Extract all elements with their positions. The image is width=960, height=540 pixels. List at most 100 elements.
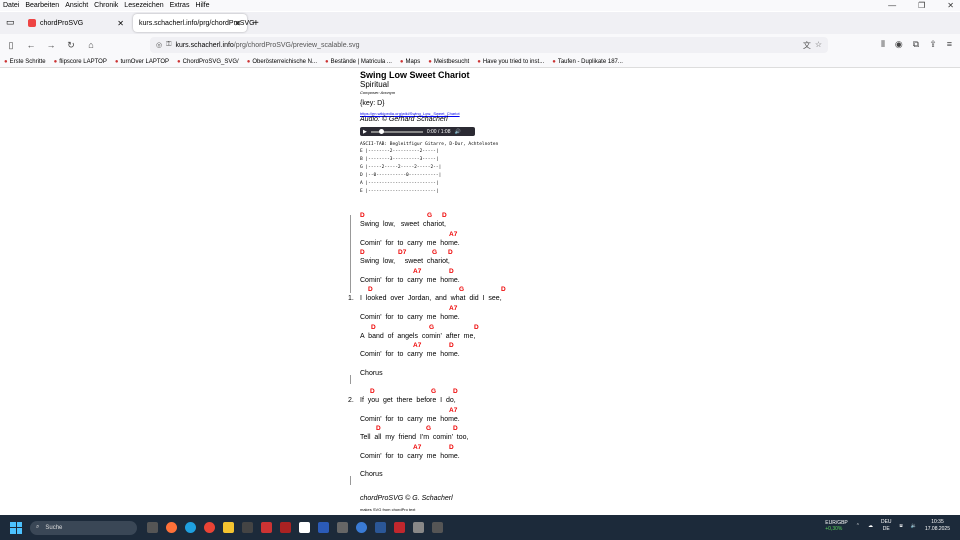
bookmark-star-icon[interactable]: ☆	[815, 40, 822, 51]
verse-number: 2.	[348, 397, 354, 404]
app-icon[interactable]	[413, 522, 424, 533]
menu-ansicht[interactable]: Ansicht	[65, 2, 88, 9]
reload-icon[interactable]: ↻	[62, 40, 80, 51]
chord-label: A7	[413, 342, 422, 350]
app-icon[interactable]	[337, 522, 348, 533]
chord-label: D	[449, 443, 454, 451]
ascii-tab-line: A |-------------------------|	[360, 181, 439, 186]
chord-label: D7	[398, 249, 407, 257]
taskbar-search[interactable]: ⌕ Suche	[30, 520, 137, 535]
menu-datei[interactable]: Datei	[3, 2, 19, 9]
minimize-icon[interactable]: —	[888, 1, 896, 10]
app-icon[interactable]	[280, 522, 291, 533]
bookmark-item[interactable]: ● Maps	[400, 59, 420, 65]
lyric-line: Tell all my friend I'm comin' too,	[360, 434, 469, 442]
stocks-widget[interactable]: EUR/GBP +0,30%	[825, 520, 848, 532]
sidebar-icon[interactable]: ▯	[2, 40, 20, 51]
chord-label: D	[453, 425, 458, 433]
app-icon[interactable]	[432, 522, 443, 533]
restore-icon[interactable]: ❐	[918, 1, 925, 10]
edge-icon[interactable]	[185, 522, 196, 533]
firefox-icon[interactable]	[166, 522, 177, 533]
home-icon[interactable]: ⌂	[82, 40, 100, 50]
audio-credit: Audio: © Gerhard Schacherl	[360, 116, 448, 123]
close-window-icon[interactable]: ✕	[947, 1, 954, 10]
bookmark-item[interactable]: ● Meistbesucht	[428, 59, 469, 65]
onedrive-icon[interactable]: ☁	[868, 523, 873, 529]
bookmark-icon: ●	[325, 58, 329, 65]
menu-lesezeichen[interactable]: Lesezeichen	[124, 2, 163, 9]
bookmark-icon: ●	[114, 58, 119, 65]
player-time: 0:00 / 1:08	[426, 128, 451, 135]
library-icon[interactable]: ⫴	[881, 39, 885, 50]
bookmark-item[interactable]: ● Have you tried to inst...	[477, 59, 544, 65]
translate-icon[interactable]: 文	[803, 40, 811, 51]
menu-hilfe[interactable]: Hilfe	[195, 2, 209, 9]
tracking-shield-icon[interactable]: ◎	[156, 41, 162, 49]
clock-date: 17.08.2025	[924, 526, 950, 532]
tab-chordprosvg[interactable]: chordProSVG ✕	[22, 14, 130, 32]
menu-extras[interactable]: Extras	[170, 2, 190, 9]
volume-icon[interactable]: 🔊	[455, 129, 461, 135]
chrome-icon[interactable]	[204, 522, 215, 533]
tab-bar: ▭ chordProSVG ✕ kurs.schacherl.info/prg/…	[0, 12, 960, 34]
close-tab-icon[interactable]: ✕	[234, 19, 241, 28]
lyric-line: Comin' for to carry me home.	[360, 239, 460, 247]
calculator-icon[interactable]	[242, 522, 253, 533]
window-controls: — ❐ ✕	[888, 1, 954, 10]
song-composer: Composer: Anonym	[360, 90, 396, 95]
menu-bearbeiten[interactable]: Bearbeiten	[25, 2, 59, 9]
lyric-line: Comin' for to carry me home.	[360, 314, 460, 321]
close-tab-icon[interactable]: ✕	[117, 19, 124, 28]
seek-bar[interactable]	[370, 128, 423, 134]
lang-region: DE	[882, 526, 890, 532]
tab-preview[interactable]: kurs.schacherl.info/prg/chordProSVG ✕	[133, 14, 255, 32]
bookmark-item[interactable]: ● flipscore LAPTOP	[54, 59, 107, 65]
volume-tray-icon[interactable]: 🔉	[911, 523, 917, 529]
input-language[interactable]: DEU DE	[881, 519, 892, 533]
share-icon[interactable]: ⇪	[929, 39, 937, 50]
chord-label: G	[427, 212, 433, 219]
app-icon[interactable]	[356, 522, 367, 533]
chord-label: D	[368, 286, 373, 294]
clock[interactable]: 10:35 17.08.2025	[925, 519, 950, 533]
menu-chronik[interactable]: Chronik	[94, 2, 118, 9]
forward-icon[interactable]: →	[42, 40, 60, 50]
taskbar-apps	[147, 522, 443, 533]
app-icon[interactable]	[318, 522, 329, 533]
chord-label: A7	[449, 305, 458, 312]
extensions-icon[interactable]: ⧉	[913, 39, 919, 50]
tab-label: chordProSVG	[40, 19, 84, 27]
network-icon[interactable]: ⧈	[900, 523, 903, 529]
chord-label: A7	[413, 443, 422, 451]
lock-icon[interactable]: ⚿	[166, 41, 171, 49]
windows-start-icon[interactable]	[10, 521, 22, 534]
menu-icon[interactable]: ≡	[947, 39, 952, 50]
file-explorer-icon[interactable]	[223, 522, 234, 533]
bookmark-item[interactable]: ● Oberösterreichische N...	[247, 59, 317, 65]
url-bar[interactable]: ◎ ⚿ kurs.schacherl.info/prg/chordProSVG/…	[150, 37, 828, 53]
back-icon[interactable]: ←	[22, 40, 40, 50]
audio-player[interactable]: ▶ 0:00 / 1:08 🔊	[360, 127, 475, 136]
account-icon[interactable]: ◉	[895, 39, 903, 50]
chord-label: D	[371, 323, 376, 331]
bookmark-item[interactable]: ● Bestände | Matricula ...	[325, 59, 392, 65]
lyric-line: I looked over Jordan, and what did I see…	[360, 295, 502, 303]
search-icon: ⌕	[36, 524, 40, 530]
chord-label: D	[370, 388, 375, 395]
bookmark-item[interactable]: ● ChordProSVG_SVG/	[177, 59, 239, 65]
play-icon[interactable]: ▶	[363, 129, 367, 135]
lang-code: DEU	[880, 519, 892, 525]
bookmark-item[interactable]: ● turnOver LAPTOP	[115, 59, 169, 65]
song-key: {key: D}	[360, 100, 385, 107]
tab-list-icon[interactable]: ▭	[6, 17, 15, 28]
bookmark-item[interactable]: ● Erste Schritte	[4, 59, 46, 65]
app-icon[interactable]	[261, 522, 272, 533]
chevron-up-icon[interactable]: ⌃	[856, 523, 860, 529]
seek-handle[interactable]	[378, 128, 384, 134]
filezilla-icon[interactable]	[394, 522, 405, 533]
app-icon[interactable]	[299, 522, 310, 533]
bookmark-item[interactable]: ● Taufen - Duplikate 187...	[552, 59, 623, 65]
app-icon[interactable]	[375, 522, 386, 533]
task-view-icon[interactable]	[147, 522, 158, 533]
